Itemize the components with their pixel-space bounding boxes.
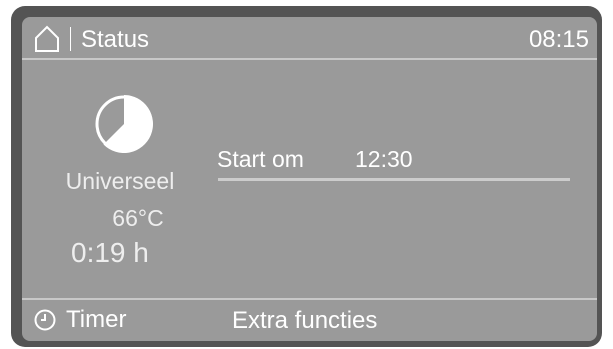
program-name: Universeel	[65, 168, 175, 194]
start-label: Start om	[217, 146, 304, 172]
page-title: Status	[81, 26, 150, 53]
program-temperature: 66°C	[112, 205, 164, 231]
display-screen: Status 08:15 Universeel 66°C 0:19 h Star…	[22, 17, 597, 341]
start-time-underline	[218, 178, 570, 181]
header-divider	[22, 58, 597, 60]
home-icon[interactable]	[34, 25, 60, 53]
extra-functions-button[interactable]: Extra functies	[232, 307, 377, 335]
start-time-value[interactable]: 12:30	[355, 145, 413, 173]
clock-icon	[34, 309, 56, 331]
footer-divider	[22, 298, 597, 300]
status-header: Status 08:15	[22, 17, 597, 58]
pie-progress-icon	[92, 92, 156, 156]
clock-time: 08:15	[528, 26, 589, 53]
timer-button[interactable]: Timer	[34, 305, 126, 335]
timer-label: Timer	[66, 306, 127, 333]
header-separator	[70, 27, 71, 51]
program-duration: 0:19 h	[71, 237, 149, 268]
